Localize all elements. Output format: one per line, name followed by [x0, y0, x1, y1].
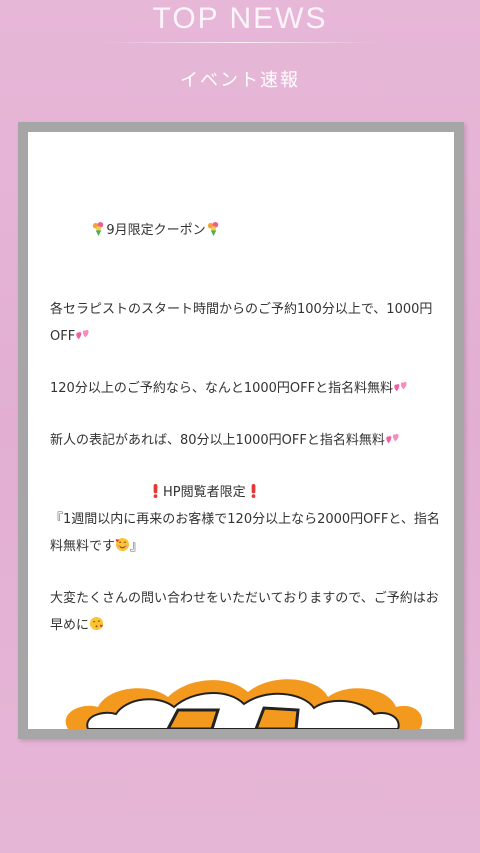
paragraph-start-time-text: 各セラピストのスタート時間からのご予約100分以上で、1000円OFF — [50, 302, 433, 344]
red-exclamation-icon — [251, 483, 255, 498]
news-card-frame: 9月限定クーポン 各セラピストのスタート時間からのご予約100分以上で、1000… — [18, 122, 464, 739]
coupon-heading-text: 9月限定クーポン — [106, 223, 206, 238]
paragraph-120min: 120分以上のご予約なら、なんと1000円OFFと指名料無料 — [50, 375, 440, 402]
two-hearts-icon — [386, 433, 399, 444]
page-title: TOP NEWS — [152, 2, 328, 35]
paragraph-closing: 大変たくさんの問い合わせをいただいておりますので、ご予約はお早めに — [50, 585, 440, 639]
bouquet-icon — [93, 221, 104, 236]
hp-limited-offer: 『1週間以内に再来のお客様で120分以上なら2000円OFFと、指名料無料です … — [50, 506, 440, 560]
two-hearts-icon — [76, 329, 89, 340]
reservation-banner-image — [65, 679, 423, 729]
title-divider — [100, 42, 380, 43]
red-exclamation-icon — [153, 483, 158, 498]
news-page: TOP NEWS イベント速報 9月限定クーポン 各セラピストのスタート時間から… — [0, 0, 480, 853]
paragraph-newcomer-text: 新人の表記があれば、80分以上1000円OFFと指名料無料 — [50, 433, 385, 448]
face-blowing-kiss-icon — [89, 616, 104, 631]
paragraph-closing-text: 大変たくさんの問い合わせをいただいておりますので、ご予約はお早めに — [50, 591, 439, 633]
coupon-heading: 9月限定クーポン — [50, 190, 440, 271]
hp-limited-text: HP閲覧者限定 — [163, 485, 246, 500]
paragraph-start-time: 各セラピストのスタート時間からのご予約100分以上で、1000円OFF — [50, 296, 440, 350]
bouquet-icon — [207, 221, 218, 236]
hp-limited-heading: HP閲覧者限定 — [50, 479, 440, 506]
two-hearts-icon — [394, 381, 407, 392]
hp-limited-offer-text: 『1週間以内に再来のお客様で120分以上なら2000円OFFと、指名料無料です — [50, 512, 440, 554]
paragraph-newcomer: 新人の表記があれば、80分以上1000円OFFと指名料無料 — [50, 427, 440, 454]
smiling-face-with-hearts-icon — [115, 537, 130, 552]
news-article: 9月限定クーポン 各セラピストのスタート時間からのご予約100分以上で、1000… — [50, 190, 440, 664]
paragraph-120min-text: 120分以上のご予約なら、なんと1000円OFFと指名料無料 — [50, 381, 394, 396]
page-subtitle: イベント速報 — [180, 70, 300, 91]
hp-limited-offer-close: 』 — [130, 539, 144, 554]
news-card[interactable]: 9月限定クーポン 各セラピストのスタート時間からのご予約100分以上で、1000… — [28, 132, 454, 729]
